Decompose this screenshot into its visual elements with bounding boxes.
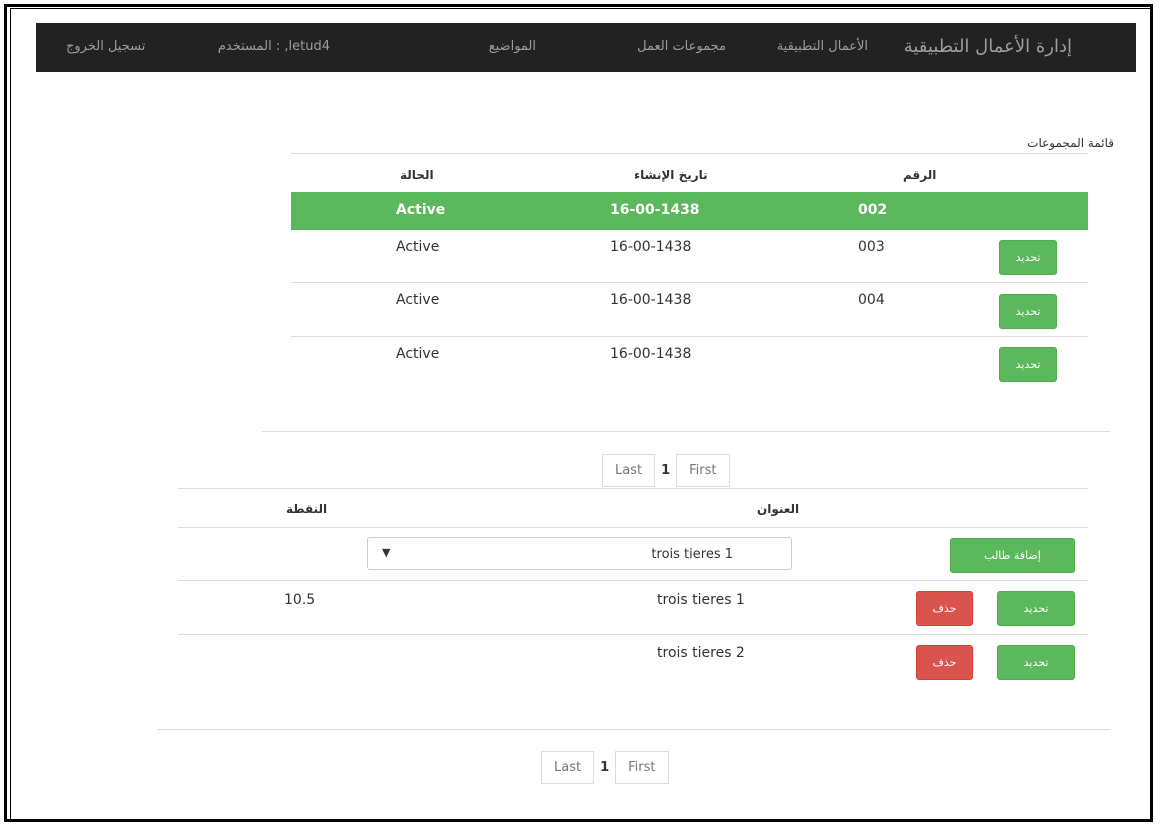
select-button[interactable]: تحديد [999, 294, 1057, 329]
cell-date: 16-00-1438 [610, 202, 700, 218]
pager-current-page[interactable]: 1 [594, 751, 616, 784]
nav-logout[interactable]: تسجيل الخروج [66, 39, 145, 54]
pager-last[interactable]: Last [541, 751, 595, 784]
chevron-down-icon: ▼ [382, 546, 391, 559]
header-created-date: تاريخ الإنشاء [634, 168, 708, 182]
header-status: الحالة [400, 168, 434, 182]
nav-user-label: المستخدم : ,letud4 [217, 39, 330, 54]
pager-current-page[interactable]: 1 [655, 454, 677, 487]
cell-status: Active [396, 239, 440, 255]
header-number: الرقم [903, 168, 937, 182]
delete-button[interactable]: حذف [916, 645, 973, 680]
pager-first[interactable]: First [676, 454, 730, 487]
table-row-selected[interactable]: 002 16-00-1438 Active [291, 192, 1088, 230]
navbar-brand[interactable]: إدارة الأعمال التطبيقية [904, 36, 1072, 57]
delete-button[interactable]: حذف [916, 591, 973, 626]
select-button[interactable]: تحديد [997, 591, 1075, 626]
divider [178, 580, 1088, 581]
groups-caption: قائمة المجموعات [1027, 136, 1114, 150]
cell-number: 003 [858, 239, 885, 255]
select-button[interactable]: تحديد [999, 240, 1057, 275]
nav-item-topics[interactable]: المواضيع [489, 39, 536, 54]
topic-select[interactable]: ▼ trois tieres 1 [367, 537, 792, 570]
header-score: النقطة [286, 502, 328, 516]
topic-select-value: trois tieres 1 [651, 547, 733, 562]
select-button[interactable]: تحديد [997, 645, 1075, 680]
nav-item-applied-works[interactable]: الأعمال التطبيقية [777, 39, 868, 54]
cell-status: Active [396, 346, 440, 362]
cell-status: Active [396, 292, 440, 308]
add-student-button[interactable]: إضافة طالب [950, 538, 1075, 573]
cell-date: 16-00-1438 [610, 292, 692, 308]
navbar: إدارة الأعمال التطبيقية الأعمال التطبيقي… [36, 23, 1136, 72]
cell-score: 10.5 [284, 592, 316, 608]
cell-date: 16-00-1438 [610, 346, 692, 362]
divider [178, 488, 1088, 489]
cell-title: trois tieres 2 [657, 645, 745, 661]
pagination: Last 1 First [602, 454, 730, 487]
divider [178, 634, 1088, 635]
cell-title: trois tieres 1 [657, 592, 745, 608]
nav-item-work-groups[interactable]: مجموعات العمل [637, 39, 726, 54]
divider [178, 527, 1088, 528]
pager-last[interactable]: Last [602, 454, 656, 487]
divider [262, 431, 1110, 432]
cell-date: 16-00-1438 [610, 239, 692, 255]
pager-first[interactable]: First [615, 751, 669, 784]
cell-number: 004 [858, 292, 885, 308]
select-button[interactable]: تحديد [999, 347, 1057, 382]
cell-number: 002 [858, 202, 888, 218]
cell-status: Active [396, 202, 446, 218]
pagination: Last 1 First [541, 751, 669, 784]
inner-frame [10, 8, 1153, 820]
divider [291, 153, 1088, 154]
divider [157, 729, 1110, 730]
divider [291, 282, 1088, 283]
header-title: العنوان [757, 502, 800, 516]
divider [291, 336, 1088, 337]
